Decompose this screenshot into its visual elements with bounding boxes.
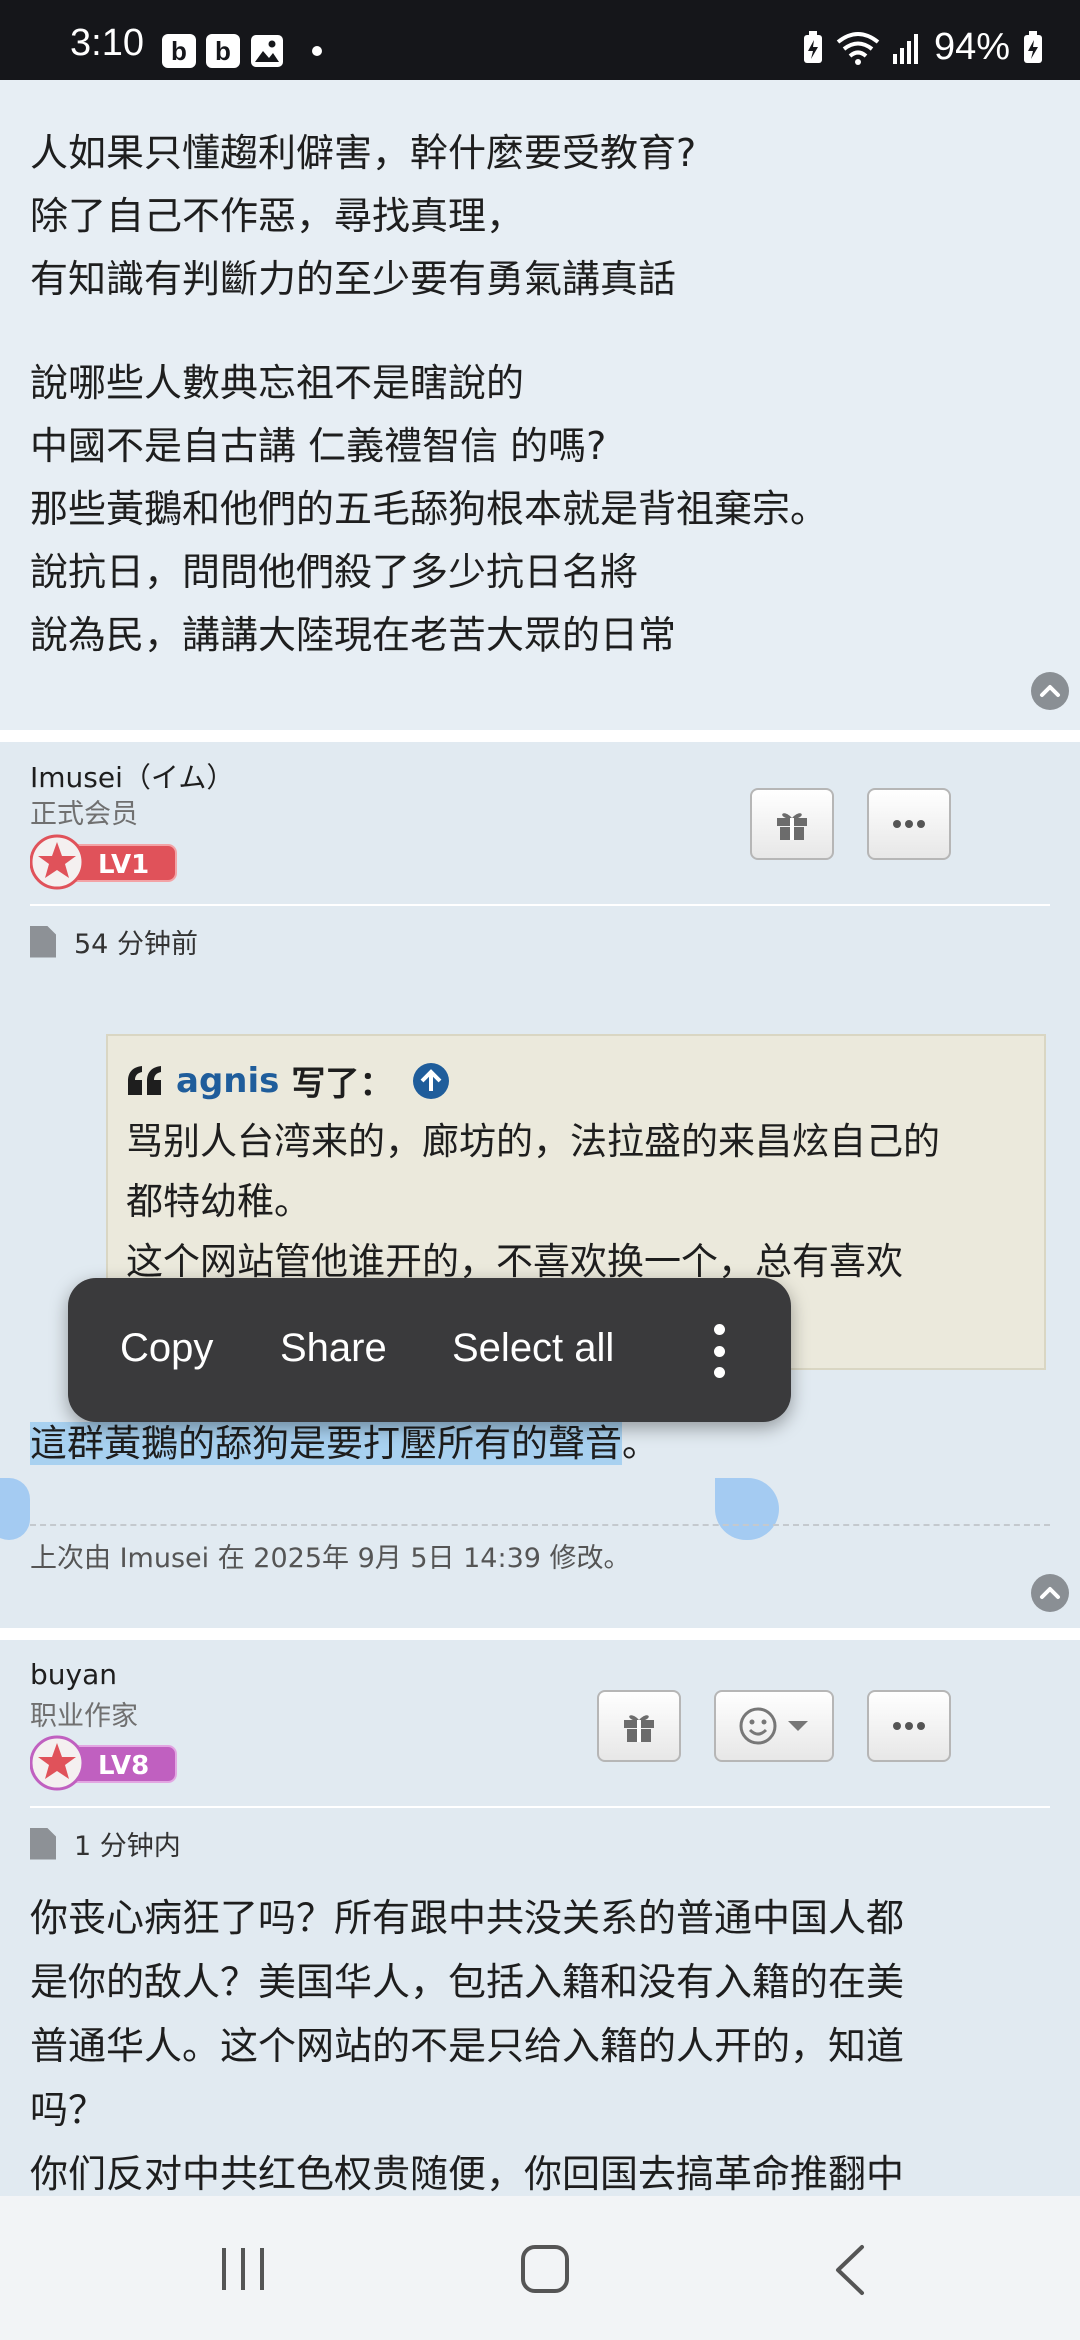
post-2-text: 這群黃鵝的舔狗是要打壓所有的聲音。	[30, 1416, 659, 1472]
post-file-icon	[30, 1827, 56, 1860]
post-3-text: 你丧心病狂了吗？所有跟中共没关系的普通中国人都 是你的敌人？美国华人，包括入籍和…	[30, 1886, 1060, 2206]
post-author[interactable]: buyan	[30, 1658, 117, 1691]
notif-dot-icon	[312, 46, 322, 56]
battery-saver-icon	[803, 30, 822, 63]
level-badge: LV1	[30, 834, 177, 890]
more-options-button[interactable]	[867, 1690, 951, 1762]
post-1-body: 人如果只懂趨利僻害，幹什麼要受教育? 除了自己不作惡，尋找真理， 有知識有判斷力…	[0, 80, 1080, 730]
menu-more-icon[interactable]	[713, 1324, 725, 1378]
text-line: 都特幼稚。	[126, 1180, 311, 1223]
selection-start-handle[interactable]	[0, 1478, 30, 1540]
quote-author-link[interactable]: agnis	[176, 1061, 279, 1101]
recent-apps-icon[interactable]	[218, 2246, 268, 2292]
notif-b-icon: b	[162, 34, 196, 68]
post-1-paragraph-2: 說哪些人數典忘祖不是瞎說的 中國不是自古講 仁義禮智信 的嗎? 那些黃鵝和他們的…	[30, 352, 828, 667]
text-line: 說抗日，問問他們殺了多少抗日名將	[30, 550, 639, 594]
text-line: 吗？	[30, 2088, 107, 2132]
post-header-divider	[30, 904, 1050, 906]
back-to-top-button[interactable]	[1031, 1574, 1069, 1612]
ellipsis-icon	[893, 820, 925, 828]
gift-button[interactable]	[750, 788, 834, 860]
more-options-button[interactable]	[867, 788, 951, 860]
gift-button[interactable]	[597, 1690, 681, 1762]
post-time-text: 54 分钟前	[74, 929, 198, 960]
text-line: 有知識有判斷力的至少要有勇氣講真話	[30, 257, 677, 301]
back-icon[interactable]	[832, 2244, 868, 2296]
quote-text: 骂别人台湾来的，廊坊的，法拉盛的来昌炫自己的 都特幼稚。 这个网站管他谁开的，不…	[126, 1112, 1026, 1292]
text-line: 說為民，講講大陸現在老苦大眾的日常	[30, 613, 677, 657]
gift-icon	[624, 1715, 654, 1742]
caret-down-icon	[788, 1721, 808, 1731]
status-right: 94%	[802, 26, 1044, 69]
text-line: 說哪些人數典忘祖不是瞎說的	[30, 361, 525, 405]
system-nav-bar	[0, 2196, 1080, 2340]
post-time: 54 分钟前	[30, 922, 198, 961]
trailing-text: 。	[622, 1422, 659, 1465]
text-line: 除了自己不作惡，尋找真理，	[30, 194, 525, 238]
quote-icon	[128, 1065, 161, 1095]
selected-text[interactable]: 這群黃鵝的舔狗是要打壓所有的聲音	[30, 1422, 622, 1465]
quote-wrote-label: 写了：	[291, 1064, 394, 1104]
gallery-icon	[251, 35, 283, 67]
post-1-paragraph-1: 人如果只懂趨利僻害，幹什麼要受教育? 除了自己不作惡，尋找真理， 有知識有判斷力…	[30, 122, 696, 311]
status-time: 3:10	[70, 22, 144, 64]
chevron-up-icon	[1040, 685, 1060, 697]
text-line: 人如果只懂趨利僻害，幹什麼要受教育?	[30, 131, 697, 175]
post-time: 1 分钟内	[30, 1824, 181, 1863]
edit-note-divider	[30, 1524, 1050, 1526]
level-text: LV8	[98, 1751, 149, 1781]
post-file-icon	[30, 925, 56, 958]
status-bar: 3:10 b b 94%	[0, 0, 1080, 80]
text-line: 是你的敌人？美国华人，包括入籍和没有入籍的在美	[30, 1960, 905, 2004]
select-all-button[interactable]: Select all	[452, 1326, 614, 1371]
post-time-text: 1 分钟内	[74, 1831, 181, 1862]
notification-icons: b b	[162, 34, 322, 68]
level-text: LV1	[98, 850, 149, 880]
reaction-dropdown-button[interactable]	[714, 1690, 834, 1762]
battery-percent: 94%	[933, 26, 1010, 68]
gift-icon	[777, 813, 807, 840]
smiley-icon	[739, 1707, 777, 1745]
post-divider	[0, 730, 1080, 742]
user-rank: 正式会员	[30, 799, 138, 830]
ellipsis-icon	[893, 1722, 925, 1730]
signal-icon	[892, 33, 918, 64]
text-selection-menu: Copy Share Select all	[68, 1278, 791, 1422]
text-line: 骂别人台湾来的，廊坊的，法拉盛的来昌炫自己的	[126, 1120, 940, 1163]
quote-header: agnis 写了：	[126, 1056, 451, 1105]
home-icon[interactable]	[520, 2244, 570, 2294]
copy-button[interactable]: Copy	[120, 1326, 213, 1371]
user-rank: 职业作家	[30, 1701, 138, 1732]
arrow-up-circle-icon[interactable]	[411, 1061, 451, 1101]
level-badge: LV8	[30, 1735, 177, 1791]
post-header-divider	[30, 1806, 1050, 1808]
post-divider	[0, 1628, 1080, 1640]
text-line: 普通华人。这个网站的不是只给入籍的人开的，知道	[30, 2024, 905, 2068]
notif-b-icon: b	[206, 34, 240, 68]
text-line: 中國不是自古講 仁義禮智信 的嗎?	[30, 424, 607, 468]
text-line: 你丧心病狂了吗？所有跟中共没关系的普通中国人都	[30, 1896, 905, 1940]
back-to-top-button[interactable]	[1031, 672, 1069, 710]
share-button[interactable]: Share	[280, 1326, 387, 1371]
post-author[interactable]: Imusei（イム）	[30, 756, 234, 796]
selection-end-handle[interactable]	[715, 1478, 779, 1540]
text-line: 那些黃鵝和他們的五毛舔狗根本就是背祖棄宗。	[30, 487, 829, 531]
chevron-up-icon	[1040, 1587, 1060, 1599]
wifi-icon	[836, 31, 880, 65]
battery-icon	[1024, 30, 1042, 63]
edited-note: 上次由 Imusei 在 2025年 9月 5日 14:39 修改。	[30, 1543, 631, 1574]
